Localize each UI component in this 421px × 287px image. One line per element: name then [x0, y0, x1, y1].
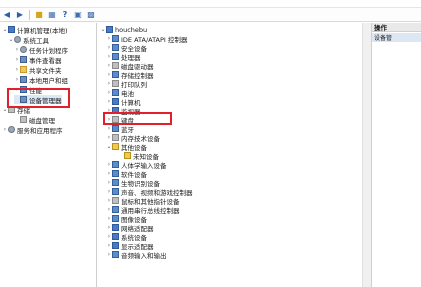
- mouse-icon: [112, 197, 119, 204]
- storage-controller-icon: [112, 71, 119, 78]
- up-folder-icon[interactable]: ■: [34, 10, 44, 20]
- properties-icon[interactable]: ▣: [73, 10, 83, 20]
- arrow-left-icon[interactable]: ◀: [2, 10, 12, 20]
- tree-item-shared-folders[interactable]: › 共享文件夹: [14, 65, 62, 75]
- computer-management-icon: [8, 26, 15, 33]
- device-tree: ⌄ houchebu › IDE ATA/ATAPI 控制器 › 安全设备 › 处理器…: [97, 23, 370, 287]
- biometric-icon: [112, 179, 119, 186]
- actions-header: 操作: [372, 23, 421, 32]
- users-icon: [20, 76, 27, 83]
- services-icon: [8, 126, 15, 133]
- printer-icon: [112, 80, 119, 87]
- shared-folder-icon: [20, 66, 27, 73]
- toolbar: ◀ ▶ ■ ▦ ? ▣ ▩: [0, 8, 421, 22]
- tree-item-task-scheduler[interactable]: › 任务计划程序: [14, 45, 68, 55]
- hid-icon: [112, 161, 119, 168]
- navigation-tree: ⌄ 计算机管理(本地) ⌄ 系统工具 › 任务计划程序 › 事件查看器 › 共享…: [0, 23, 97, 287]
- disk-drive-icon: [112, 62, 119, 69]
- actions-panel: 操作 设备管: [371, 23, 421, 287]
- tree-item-disk-management[interactable]: 磁盘管理: [14, 115, 55, 125]
- clock-icon: [20, 46, 27, 53]
- actions-device-manager[interactable]: 设备管: [372, 33, 421, 42]
- camera-icon: [112, 215, 119, 222]
- device-manager-highlight: [7, 88, 70, 108]
- audio-io-icon: [112, 251, 119, 258]
- keyboard-highlight: [103, 112, 172, 125]
- tree-item-root[interactable]: ⌄ 计算机管理(本地): [2, 25, 68, 35]
- ide-controller-icon: [112, 35, 119, 42]
- help-icon[interactable]: ?: [60, 10, 70, 20]
- show-hide-tree-icon[interactable]: ▦: [47, 10, 57, 20]
- tree-item-event-viewer[interactable]: › 事件查看器: [14, 55, 62, 65]
- processor-icon: [112, 53, 119, 60]
- tree-item-services-apps[interactable]: › 服务和应用程序: [2, 125, 63, 135]
- system-tools-icon: [14, 36, 21, 43]
- device-category[interactable]: › 音频输入和输出: [106, 250, 167, 260]
- unknown-device-warning-icon: [124, 152, 131, 159]
- scan-hardware-icon[interactable]: ▩: [86, 10, 96, 20]
- software-device-icon: [112, 170, 119, 177]
- memory-device-icon: [112, 134, 119, 141]
- disk-management-icon: [20, 116, 27, 123]
- menu-bar: [0, 0, 421, 8]
- battery-icon: [112, 89, 119, 96]
- other-devices-icon: [112, 143, 119, 150]
- usb-icon: [112, 206, 119, 213]
- sound-icon: [112, 188, 119, 195]
- system-device-icon: [112, 233, 119, 240]
- vertical-scrollbar[interactable]: [362, 23, 371, 287]
- bluetooth-icon: [112, 125, 119, 132]
- computer-icon: [112, 98, 119, 105]
- arrow-right-icon[interactable]: ▶: [15, 10, 25, 20]
- toolbar-separator: [29, 9, 30, 20]
- security-device-icon: [112, 44, 119, 51]
- event-viewer-icon: [20, 56, 27, 63]
- display-adapter-icon: [112, 242, 119, 249]
- tree-item-system-tools[interactable]: ⌄ 系统工具: [8, 35, 49, 45]
- computer-icon: [106, 26, 113, 33]
- network-adapter-icon: [112, 224, 119, 231]
- tree-item-local-users[interactable]: › 本地用户和组: [14, 75, 68, 85]
